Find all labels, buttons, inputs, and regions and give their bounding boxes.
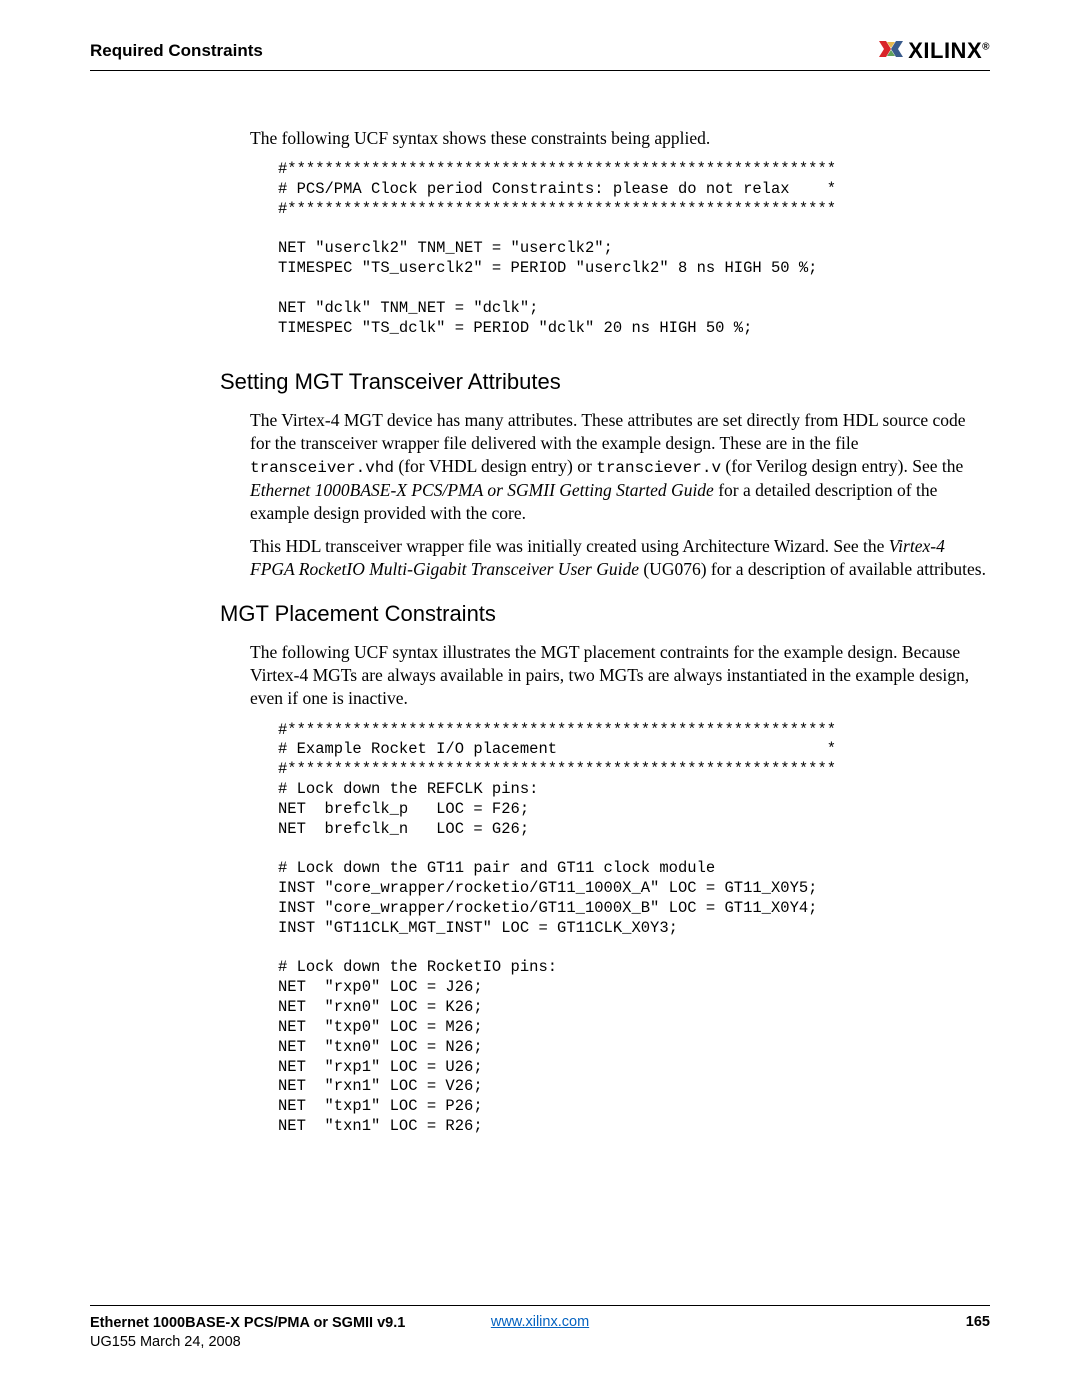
xilinx-logo-icon: [878, 39, 904, 63]
footer-url-link[interactable]: www.xilinx.com: [491, 1314, 589, 1330]
brand-text: XILINX®: [908, 38, 990, 64]
inline-code-v: transciever.v: [596, 459, 721, 477]
section-title: Required Constraints: [90, 41, 263, 61]
inline-code-vhd: transceiver.vhd: [250, 459, 394, 477]
placement-para: The following UCF syntax illustrates the…: [250, 641, 990, 710]
footer-doc-info: Ethernet 1000BASE-X PCS/PMA or SGMII v9.…: [90, 1314, 405, 1353]
brand-logo: XILINX®: [878, 38, 990, 64]
mgt-para-2: This HDL transceiver wrapper file was in…: [250, 535, 990, 581]
footer-doc-title: Ethernet 1000BASE-X PCS/PMA or SGMII v9.…: [90, 1315, 405, 1331]
page-content: The following UCF syntax shows these con…: [90, 127, 990, 1137]
code-block-placement: #***************************************…: [278, 721, 990, 1137]
footer-doc-id: UG155 March 24, 2008: [90, 1334, 241, 1350]
doc-ref-1: Ethernet 1000BASE-X PCS/PMA or SGMII Get…: [250, 480, 714, 500]
heading-mgt-transceiver: Setting MGT Transceiver Attributes: [220, 369, 990, 395]
intro-paragraph: The following UCF syntax shows these con…: [250, 127, 990, 150]
mgt-para-1: The Virtex-4 MGT device has many attribu…: [250, 409, 990, 525]
heading-mgt-placement: MGT Placement Constraints: [220, 601, 990, 627]
page-footer: Ethernet 1000BASE-X PCS/PMA or SGMII v9.…: [90, 1305, 990, 1353]
footer-page-number: 165: [966, 1314, 990, 1330]
page-header: Required Constraints XILINX®: [90, 38, 990, 71]
code-block-clock-constraints: #***************************************…: [278, 160, 990, 338]
